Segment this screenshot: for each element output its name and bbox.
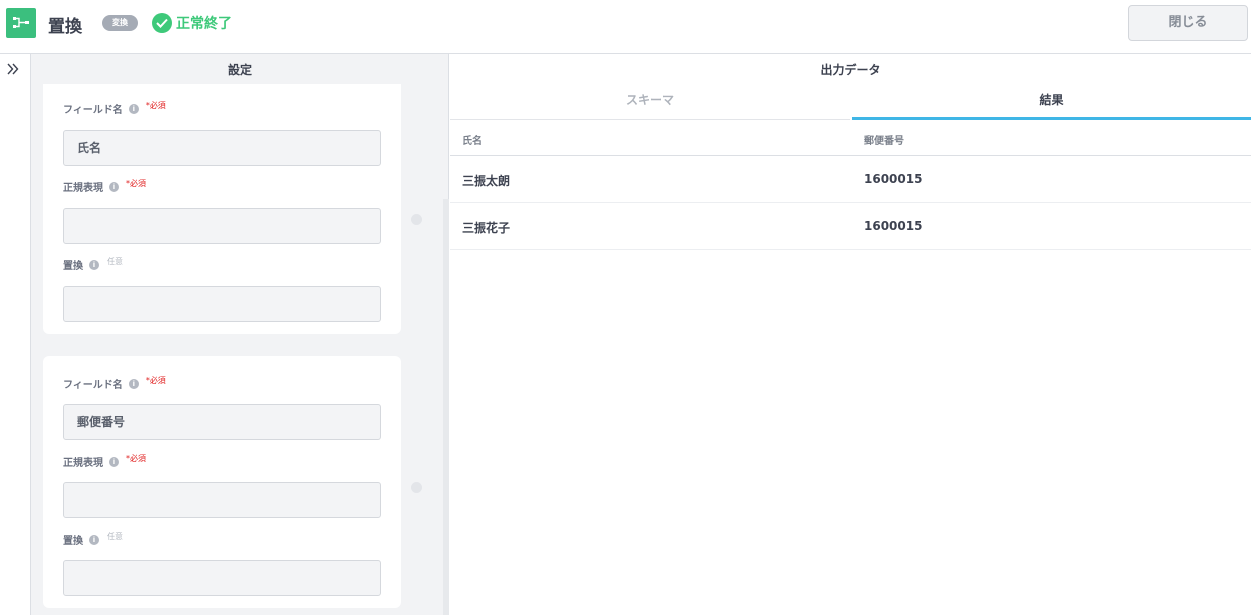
- replace-label: 置換 i 任意: [63, 532, 123, 547]
- status-indicator: 正常終了: [152, 12, 232, 34]
- check-circle-icon: [152, 13, 172, 33]
- regex-input[interactable]: [63, 208, 381, 244]
- close-button[interactable]: 閉じる: [1128, 5, 1248, 41]
- required-mark: *必須: [126, 454, 146, 463]
- flow-icon: [6, 8, 36, 38]
- replace-rule-card: フィールド名 i *必須 氏名 正規表現 i *必須 置換 i 任意: [43, 84, 401, 334]
- field-name-label: フィールド名 i *必須: [63, 376, 166, 391]
- info-icon[interactable]: i: [128, 103, 139, 114]
- required-mark: *必須: [145, 376, 166, 385]
- regex-label: 正規表現 i *必須: [63, 179, 146, 194]
- optional-mark: 任意: [107, 532, 123, 541]
- settings-title: 設定: [227, 63, 252, 77]
- type-badge: 変換: [102, 15, 138, 31]
- table-row: 三振花子 1600015: [450, 203, 1251, 250]
- side-rail: [0, 54, 31, 615]
- replace-label: 置換 i 任意: [63, 257, 123, 272]
- info-icon[interactable]: i: [109, 181, 119, 192]
- info-icon[interactable]: i: [89, 534, 99, 545]
- field-name-input[interactable]: 郵便番号: [63, 404, 381, 440]
- table-header: 氏名 郵便番号: [450, 120, 1251, 156]
- field-name-label: フィールド名 i *必須: [63, 101, 166, 116]
- double-chevron-right-icon[interactable]: [7, 63, 19, 75]
- output-title: 出力データ: [820, 63, 881, 77]
- regex-input[interactable]: [63, 482, 381, 518]
- optional-mark: 任意: [107, 257, 123, 266]
- replace-input[interactable]: [63, 286, 381, 322]
- info-icon[interactable]: i: [89, 259, 99, 270]
- replace-rule-card: フィールド名 i *必須 郵便番号 正規表現 i *必須 置換 i 任意: [43, 356, 401, 608]
- tab-schema[interactable]: スキーマ: [450, 88, 850, 120]
- field-name-input[interactable]: 氏名: [63, 130, 381, 166]
- output-panel: 出力データ スキーマ 結果 氏名 郵便番号 三振太朗 1600015 三振花子 …: [450, 54, 1251, 615]
- table-cell: 三振太朗: [462, 174, 511, 188]
- remove-rule-icon[interactable]: [411, 482, 422, 493]
- required-mark: *必須: [145, 101, 166, 110]
- settings-panel: 設定 フィールド名 i *必須 氏名 正規表現 i *必須 置換 i 任意 フィ…: [31, 54, 449, 615]
- info-icon[interactable]: i: [109, 456, 119, 467]
- status-text: 正常終了: [176, 16, 232, 32]
- remove-rule-icon[interactable]: [411, 214, 422, 225]
- replace-input[interactable]: [63, 560, 381, 596]
- regex-label: 正規表現 i *必須: [63, 454, 146, 469]
- page-title: 置換: [48, 17, 82, 37]
- column-header-name: 氏名: [462, 136, 482, 147]
- table-row: 三振太朗 1600015: [450, 156, 1251, 203]
- scrollbar[interactable]: [443, 199, 449, 615]
- header: 置換 変換 正常終了 閉じる: [0, 0, 1251, 54]
- table-cell: 1600015: [864, 172, 923, 186]
- column-header-postal-code: 郵便番号: [864, 136, 904, 147]
- table-cell: 1600015: [864, 219, 923, 233]
- info-icon[interactable]: i: [128, 378, 139, 389]
- required-mark: *必須: [126, 179, 146, 188]
- table-cell: 三振花子: [462, 221, 511, 235]
- tab-result[interactable]: 結果: [852, 88, 1251, 120]
